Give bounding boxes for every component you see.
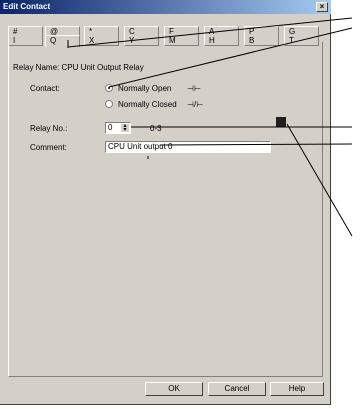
callout-line-marker [286, 123, 353, 237]
callout-line-tab [67, 17, 353, 48]
callout-line-comment [159, 143, 353, 146]
callout-lines [67, 17, 353, 237]
callout-line-contact [108, 27, 353, 88]
